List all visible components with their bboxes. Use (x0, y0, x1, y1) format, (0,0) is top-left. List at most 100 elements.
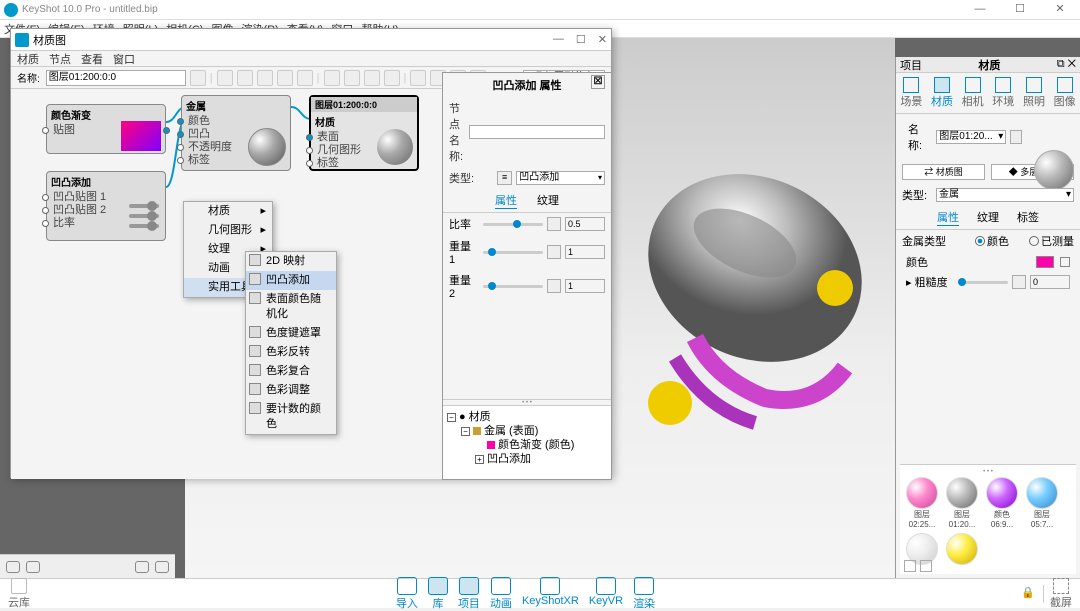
tab-texture[interactable]: 纹理 (537, 192, 559, 209)
matgraph-menu-view[interactable]: 查看 (81, 51, 103, 67)
list-icon[interactable] (26, 561, 40, 573)
toolbar-btn[interactable] (324, 70, 340, 86)
node-name-input[interactable] (469, 125, 605, 139)
ctx-material[interactable]: 材质▸ (184, 202, 272, 221)
toolbar-btn[interactable] (217, 70, 233, 86)
sub-color-to-number[interactable]: 要计数的颜色 (246, 400, 336, 434)
link-icon[interactable] (547, 217, 561, 231)
matgraph-menu-material[interactable]: 材质 (17, 51, 39, 67)
tree-toggle-icon[interactable]: − (461, 427, 470, 436)
link-icon[interactable] (547, 245, 561, 259)
sub-chroma-key[interactable]: 色度键遮罩 (246, 324, 336, 343)
swatch[interactable]: 颜色 06:9... (984, 477, 1020, 529)
tree-toggle-icon[interactable]: + (475, 455, 484, 464)
minimize-button[interactable]: — (960, 0, 1000, 20)
toolbar-btn[interactable] (364, 70, 380, 86)
node-material-root[interactable]: 图层01:200:0:0 材质 表面 几何图形 标签 (309, 95, 419, 171)
toolbar-btn[interactable] (384, 70, 400, 86)
toolbar-save-icon[interactable] (190, 70, 206, 86)
radio-measured[interactable] (1029, 236, 1039, 246)
subtab-label[interactable]: 标签 (1017, 209, 1039, 226)
tree-toggle-icon[interactable]: − (447, 413, 456, 422)
matgraph-titlebar[interactable]: 材质图 — ☐ ✕ (11, 29, 611, 51)
list-view-icon[interactable] (920, 560, 932, 572)
swatch[interactable] (944, 533, 980, 565)
cloud-icon[interactable] (11, 578, 27, 594)
grid-view-icon[interactable] (904, 560, 916, 572)
tab-scene[interactable]: 场景 (900, 77, 922, 109)
matgraph-max-button[interactable]: ☐ (576, 33, 586, 46)
subtab-props[interactable]: 属性 (937, 209, 959, 226)
material-name-dropdown[interactable]: 图层01:200:0:0 (46, 70, 186, 86)
options-icon[interactable] (135, 561, 149, 573)
keyshotxr-button[interactable]: KeyShotXR (522, 577, 579, 611)
ratio-slider[interactable] (483, 223, 543, 226)
sub-bump-add[interactable]: 凹凸添加 (246, 271, 336, 290)
material-graph-button[interactable]: ⇄ 材质图 (902, 164, 985, 180)
context-submenu[interactable]: 2D 映射 凹凸添加 表面颜色随机化 色度键遮罩 色彩反转 色彩复合 色彩调整 … (245, 251, 337, 435)
color-swatch[interactable] (1036, 256, 1054, 268)
tab-material[interactable]: 材质 (931, 77, 953, 109)
toolbar-btn[interactable] (277, 70, 293, 86)
matgraph-close-button[interactable]: ✕ (598, 33, 607, 46)
toolbar-btn[interactable] (257, 70, 273, 86)
matgraph-menu-window[interactable]: 窗口 (113, 51, 135, 67)
tab-properties[interactable]: 属性 (495, 192, 517, 209)
settings-icon[interactable] (6, 561, 20, 573)
roughness-value[interactable]: 0 (1030, 275, 1070, 289)
menu-icon[interactable] (155, 561, 169, 573)
close-button[interactable]: ✕ (1040, 0, 1080, 20)
node-gradient[interactable]: 颜色渐变 贴图 (46, 104, 166, 154)
tab-camera[interactable]: 相机 (962, 77, 984, 109)
props-close-button[interactable]: ☒ (591, 75, 605, 89)
roughness-slider[interactable] (958, 281, 1008, 284)
weight2-value[interactable]: 1 (565, 279, 605, 293)
save-icon[interactable] (1010, 130, 1022, 144)
color-picker-icon[interactable] (1060, 257, 1070, 267)
swatch[interactable]: 图层02:25... (904, 477, 940, 529)
sub-color-invert[interactable]: 色彩反转 (246, 343, 336, 362)
screenshot-icon[interactable] (1053, 578, 1069, 594)
project-button[interactable]: 项目 (458, 577, 480, 611)
weight1-slider[interactable] (483, 251, 543, 254)
tab-lighting[interactable]: 照明 (1023, 77, 1045, 109)
weight2-slider[interactable] (483, 285, 543, 288)
type-dropdown[interactable]: 凹凸添加 (516, 171, 605, 185)
swatch[interactable]: 图层 05:7... (1024, 477, 1060, 529)
render-button[interactable]: 渲染 (633, 577, 655, 611)
toolbar-btn[interactable] (297, 70, 313, 86)
tab-image[interactable]: 图像 (1054, 77, 1076, 109)
material-name-field[interactable]: 图层01:20... (936, 130, 1006, 144)
ratio-value[interactable]: 0.5 (565, 217, 605, 231)
props-tree[interactable]: −●材质 −金属 (表面) 颜色渐变 (颜色) +凹凸添加 (443, 405, 611, 479)
lock-icon[interactable]: 🔒 (1021, 586, 1037, 602)
link-icon[interactable] (1012, 275, 1026, 289)
props-tabs[interactable]: 属性 纹理 (443, 189, 611, 213)
keyvr-button[interactable]: KeyVR (589, 577, 623, 611)
weight1-value[interactable]: 1 (565, 245, 605, 259)
sub-color-composite[interactable]: 色彩复合 (246, 362, 336, 381)
matgraph-min-button[interactable]: — (553, 33, 564, 46)
radio-color[interactable] (975, 236, 985, 246)
link-icon[interactable] (547, 279, 561, 293)
node-bump-add[interactable]: 凹凸添加 凹凸贴图 1 凹凸贴图 2 比率 (46, 171, 166, 241)
matgraph-menu-node[interactable]: 节点 (49, 51, 71, 67)
ctx-geometry[interactable]: 几何图形▸ (184, 221, 272, 240)
material-type-dropdown[interactable]: 金属 (936, 188, 1074, 202)
panel-undock-icon[interactable]: ⧉ ✕ (1057, 58, 1076, 71)
toolbar-btn[interactable] (344, 70, 360, 86)
swatch[interactable]: 图层01:20... (944, 477, 980, 529)
toolbar-btn[interactable] (410, 70, 426, 86)
library-button[interactable]: 库 (428, 577, 448, 611)
import-button[interactable]: 导入 (396, 577, 418, 611)
sub-surface-color-rand[interactable]: 表面颜色随机化 (246, 290, 336, 324)
maximize-button[interactable]: ☐ (1000, 0, 1040, 20)
sub-color-adjust[interactable]: 色彩调整 (246, 381, 336, 400)
node-metal[interactable]: 金属 颜色 凹凸 不透明度 标签 (181, 95, 291, 171)
type-menu-button[interactable]: ≡ (497, 171, 512, 185)
sub-2d-map[interactable]: 2D 映射 (246, 252, 336, 271)
matgraph-menu[interactable]: 材质 节点 查看 窗口 (11, 51, 611, 67)
animation-button[interactable]: 动画 (490, 577, 512, 611)
tab-env[interactable]: 环境 (992, 77, 1014, 109)
subtab-texture[interactable]: 纹理 (977, 209, 999, 226)
